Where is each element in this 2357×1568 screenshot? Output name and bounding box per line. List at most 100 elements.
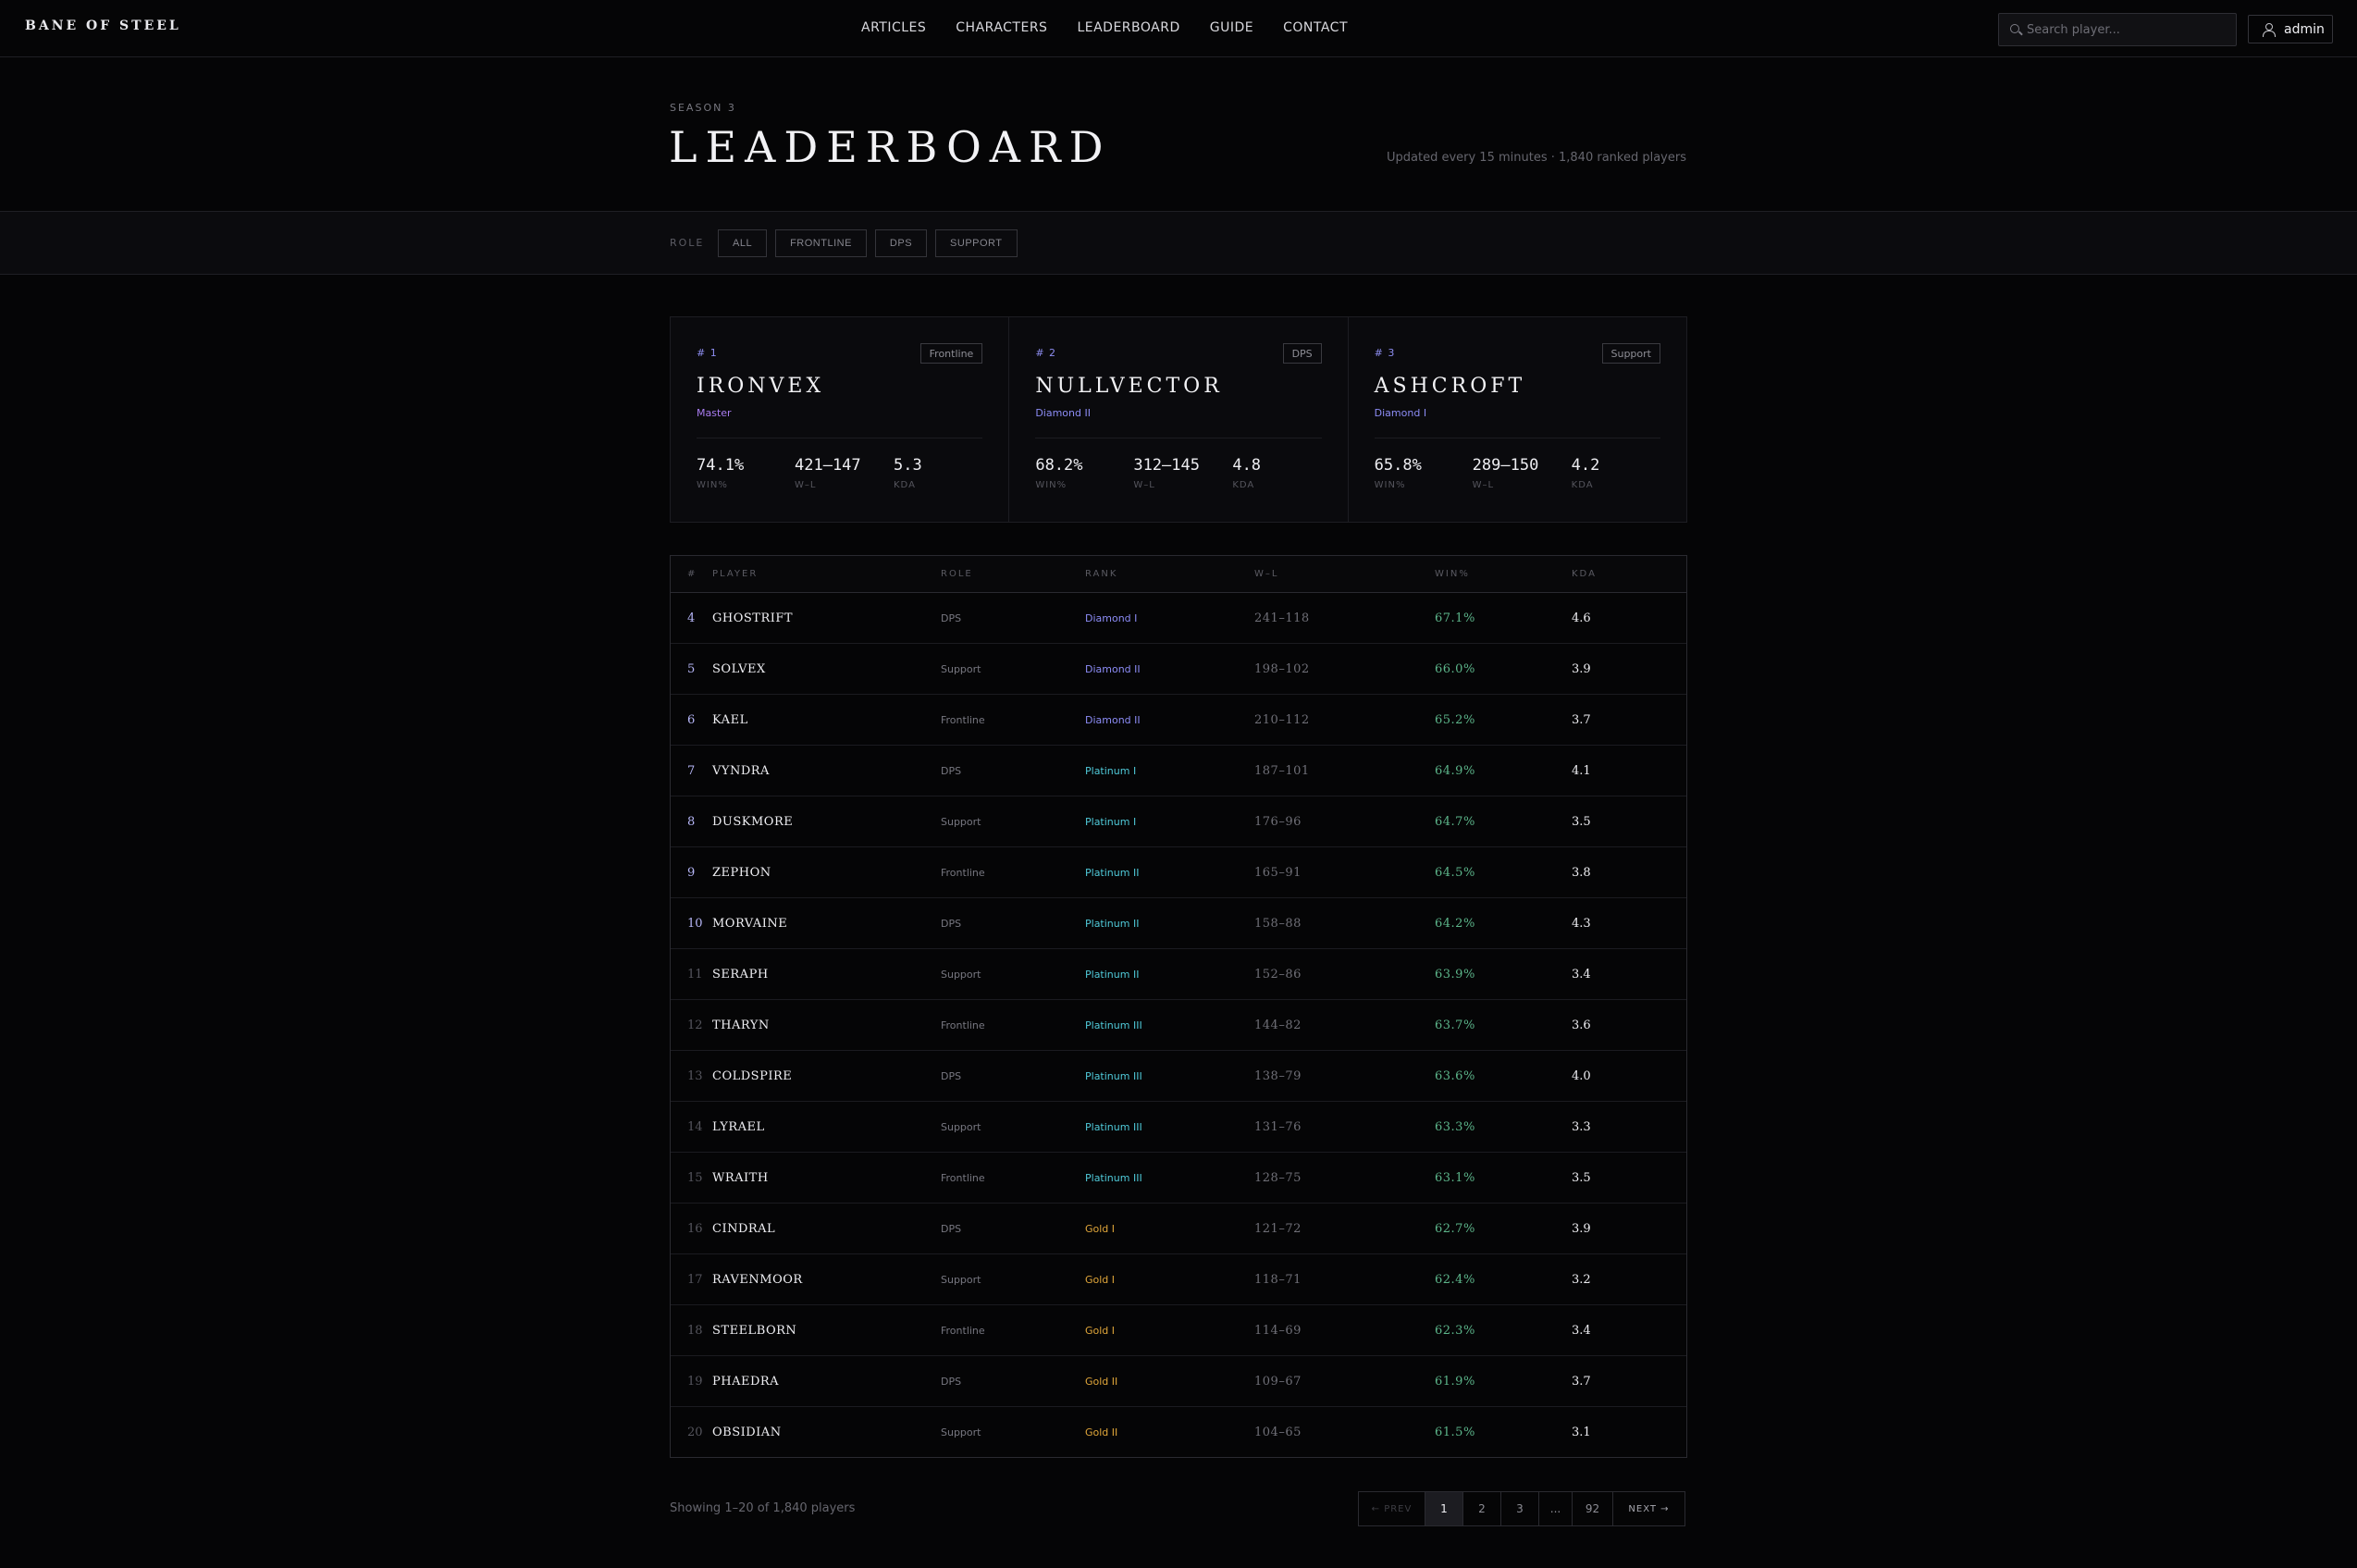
player-name[interactable]: RAVENMOOR [712,1254,803,1305]
player-role: Support [941,1426,981,1438]
nav-leaderboard[interactable]: LEADERBOARD [1077,20,1179,35]
player-tier: Platinum III [1085,1070,1142,1082]
table-row[interactable]: 6 KAEL Frontline Diamond II 210–112 65.2% 3.7 [671,695,1686,746]
player-name[interactable]: GHOSTRIFT [712,593,793,644]
page-3-button[interactable]: 3 [1501,1492,1539,1525]
table-row[interactable]: 8 DUSKMORE Support Platinum I 176–96 64.7% 3.5 [671,796,1686,847]
table-row[interactable]: 12 THARYN Frontline Platinum III 144–82 63.7%… [671,1000,1686,1051]
table-row[interactable]: 18 STEELBORN Frontline Gold I 114–69 62.3% 3.4 [671,1305,1686,1356]
win-rate: 61.9% [1435,1375,1475,1389]
player-role: DPS [941,1223,962,1235]
podium-player-name[interactable]: IRONVEX [697,375,824,398]
player-tier: Gold II [1085,1376,1118,1388]
podium-player-name[interactable]: ASHCROFT [1375,375,1526,398]
player-role: DPS [941,612,962,624]
win-rate: 64.9% [1435,764,1475,778]
nav-articles[interactable]: ARTICLES [861,20,926,35]
kda-value: 4.3 [1572,917,1591,931]
nav-characters[interactable]: CHARACTERS [956,20,1047,35]
player-name[interactable]: MORVAINE [712,898,787,949]
player-tier: Platinum II [1085,969,1140,981]
player-name[interactable]: STEELBORN [712,1305,796,1356]
win-rate: 64.5% [1435,866,1475,880]
win-rate: 62.4% [1435,1273,1475,1287]
table-row[interactable]: 5 SOLVEX Support Diamond II 198–102 66.0% 3.9 [671,644,1686,695]
player-name[interactable]: THARYN [712,1000,770,1051]
player-name[interactable]: CINDRAL [712,1204,775,1254]
player-role: Frontline [941,714,985,726]
prev-page-button[interactable]: ← PREV [1359,1492,1425,1525]
player-name[interactable]: ZEPHON [712,847,771,898]
win-rate: 63.9% [1435,968,1475,982]
kda-value: 3.6 [1572,1019,1591,1032]
page-92-button[interactable]: 92 [1573,1492,1613,1525]
player-name[interactable]: LYRAEL [712,1102,765,1153]
win-loss: 198–102 [1254,662,1310,676]
table-row[interactable]: 7 VYNDRA DPS Platinum I 187–101 64.9% 4.1 [671,746,1686,796]
table-row[interactable]: 16 CINDRAL DPS Gold I 121–72 62.7% 3.9 [671,1204,1686,1254]
nav-guide[interactable]: GUIDE [1210,20,1253,35]
table-row[interactable]: 13 COLDSPIRE DPS Platinum III 138–79 63.6% 4.0 [671,1051,1686,1102]
player-tier: Diamond II [1085,663,1141,675]
table-row[interactable]: 10 MORVAINE DPS Platinum II 158–88 64.2% 4.3 [671,898,1686,949]
main-nav: ARTICLES CHARACTERS LEADERBOARD GUIDE CO… [861,20,1348,35]
search-input[interactable] [2027,14,2230,45]
player-name[interactable]: WRAITH [712,1153,769,1204]
results-count: Showing 1–20 of 1,840 players [670,1501,856,1515]
player-name[interactable]: VYNDRA [712,746,770,796]
page-1-button[interactable]: 1 [1425,1492,1463,1525]
player-tier: Gold I [1085,1223,1116,1235]
next-page-button[interactable]: NEXT → [1613,1492,1684,1525]
table-row[interactable]: 15 WRAITH Frontline Platinum III 128–75 63.1%… [671,1153,1686,1204]
table-row[interactable]: 14 LYRAEL Support Platinum III 131–76 63.3% 3.… [671,1102,1686,1153]
player-role: Frontline [941,1019,985,1031]
podium-stat-kda: 5.3 KDA [894,456,922,490]
player-name[interactable]: PHAEDRA [712,1356,779,1407]
filter-dps[interactable]: DPS [874,229,928,257]
page-2-button[interactable]: 2 [1463,1492,1501,1525]
filter-all[interactable]: ALL [718,229,768,257]
player-name[interactable]: DUSKMORE [712,796,793,847]
col-wl-header[interactable]: W–L [1254,569,1278,579]
win-loss: 104–65 [1254,1426,1302,1439]
kda-value: 3.9 [1572,1222,1591,1236]
role-filters: ALL FRONTLINE DPS SUPPORT [718,229,1018,257]
row-position: 6 [687,713,696,727]
podium-stat-wl: 289–150 W–L [1473,456,1539,490]
podium-player-name[interactable]: NULLVECTOR [1035,375,1222,398]
player-name[interactable]: KAEL [712,695,748,746]
table-row[interactable]: 9 ZEPHON Frontline Platinum II 165–91 64.5% 3.… [671,847,1686,898]
player-name[interactable]: COLDSPIRE [712,1051,792,1102]
podium-card[interactable]: # 2 DPS NULLVECTOR Diamond II 68.2% WIN% 312–1… [1009,317,1349,522]
row-position: 20 [687,1426,703,1439]
col-player-header[interactable]: PLAYER [712,569,758,579]
col-tier-header[interactable]: RANK [1085,569,1117,579]
player-name[interactable]: SERAPH [712,949,769,1000]
row-position: 14 [687,1120,703,1134]
podium-card[interactable]: # 1 Frontline IRONVEX Master 74.1% WIN% 421–14… [671,317,1010,522]
player-tier: Platinum III [1085,1019,1142,1031]
table-row[interactable]: 11 SERAPH Support Platinum II 152–86 63.9% 3.4 [671,949,1686,1000]
player-name[interactable]: OBSIDIAN [712,1407,782,1458]
col-role-header[interactable]: ROLE [941,569,973,579]
win-rate: 64.2% [1435,917,1475,931]
table-row[interactable]: 17 RAVENMOOR Support Gold I 118–71 62.4% 3.2 [671,1254,1686,1305]
stat-value: 74.1% [697,456,745,475]
win-rate: 67.1% [1435,611,1475,625]
col-winrate-header[interactable]: WIN% [1435,569,1470,579]
table-row[interactable]: 19 PHAEDRA DPS Gold II 109–67 61.9% 3.7 [671,1356,1686,1407]
table-row[interactable]: 4 GHOSTRIFT DPS Diamond I 241–118 67.1% 4.6 [671,593,1686,644]
kda-value: 4.0 [1572,1069,1591,1083]
podium-card[interactable]: # 3 Support ASHCROFT Diamond I 65.8% WIN% 289–… [1349,317,1686,522]
table-row[interactable]: 20 OBSIDIAN Support Gold II 104–65 61.5% 3.1 [671,1407,1686,1458]
filter-frontline[interactable]: FRONTLINE [775,229,867,257]
user-menu-button[interactable]: admin [2248,15,2333,43]
kda-value: 4.6 [1572,611,1591,625]
filter-support[interactable]: SUPPORT [935,229,1018,257]
brand-logo[interactable]: BANE OF STEEL [25,19,181,33]
nav-contact[interactable]: CONTACT [1283,20,1348,35]
player-name[interactable]: SOLVEX [712,644,766,695]
col-kda-header[interactable]: KDA [1572,569,1597,579]
stat-label: KDA [1232,480,1255,490]
kda-value: 3.9 [1572,662,1591,676]
